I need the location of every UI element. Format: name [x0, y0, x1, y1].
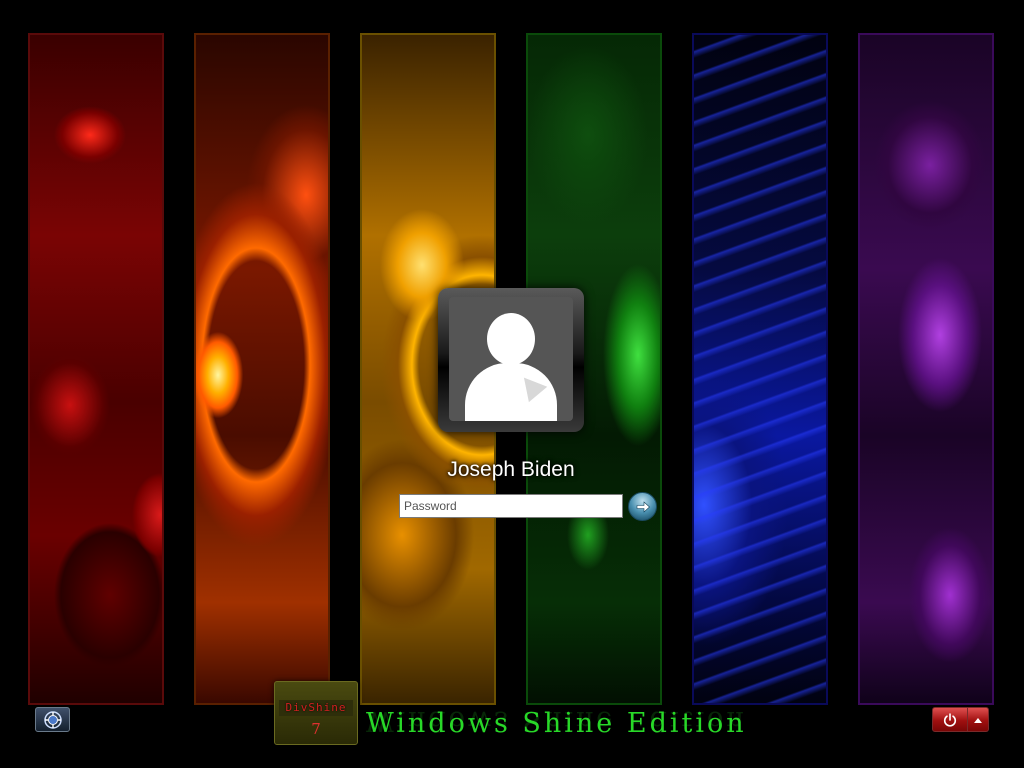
login-screen: Joseph Biden DivShine 7 Windows Shine Ed… — [0, 0, 1024, 768]
brand-version: 7 — [311, 720, 321, 738]
user-tile[interactable] — [438, 288, 584, 432]
wallpaper-panel-blue — [692, 33, 828, 705]
wallpaper-panel-purple — [858, 33, 994, 705]
power-controls — [932, 707, 989, 732]
chevron-up-icon — [974, 717, 982, 723]
arrow-right-icon — [636, 500, 650, 513]
shutdown-button[interactable] — [932, 707, 968, 732]
power-icon — [943, 712, 957, 727]
wallpaper-panel-orange — [194, 33, 330, 705]
submit-button[interactable] — [628, 492, 657, 521]
user-head-shape — [487, 313, 535, 365]
user-silhouette-icon — [449, 297, 573, 421]
username-label: Joseph Biden — [447, 458, 575, 481]
brand-logo: DivShine 7 — [274, 681, 358, 745]
password-input[interactable] — [399, 494, 623, 518]
shutdown-options-button[interactable] — [968, 707, 989, 732]
brand-name: DivShine — [285, 701, 347, 714]
wallpaper-panel-red — [28, 33, 164, 705]
ease-of-access-button[interactable] — [35, 707, 70, 732]
edition-title-reflection: Windows Shine Edition — [366, 708, 747, 736]
ease-of-access-icon — [43, 710, 62, 729]
user-body-shape — [465, 363, 557, 421]
